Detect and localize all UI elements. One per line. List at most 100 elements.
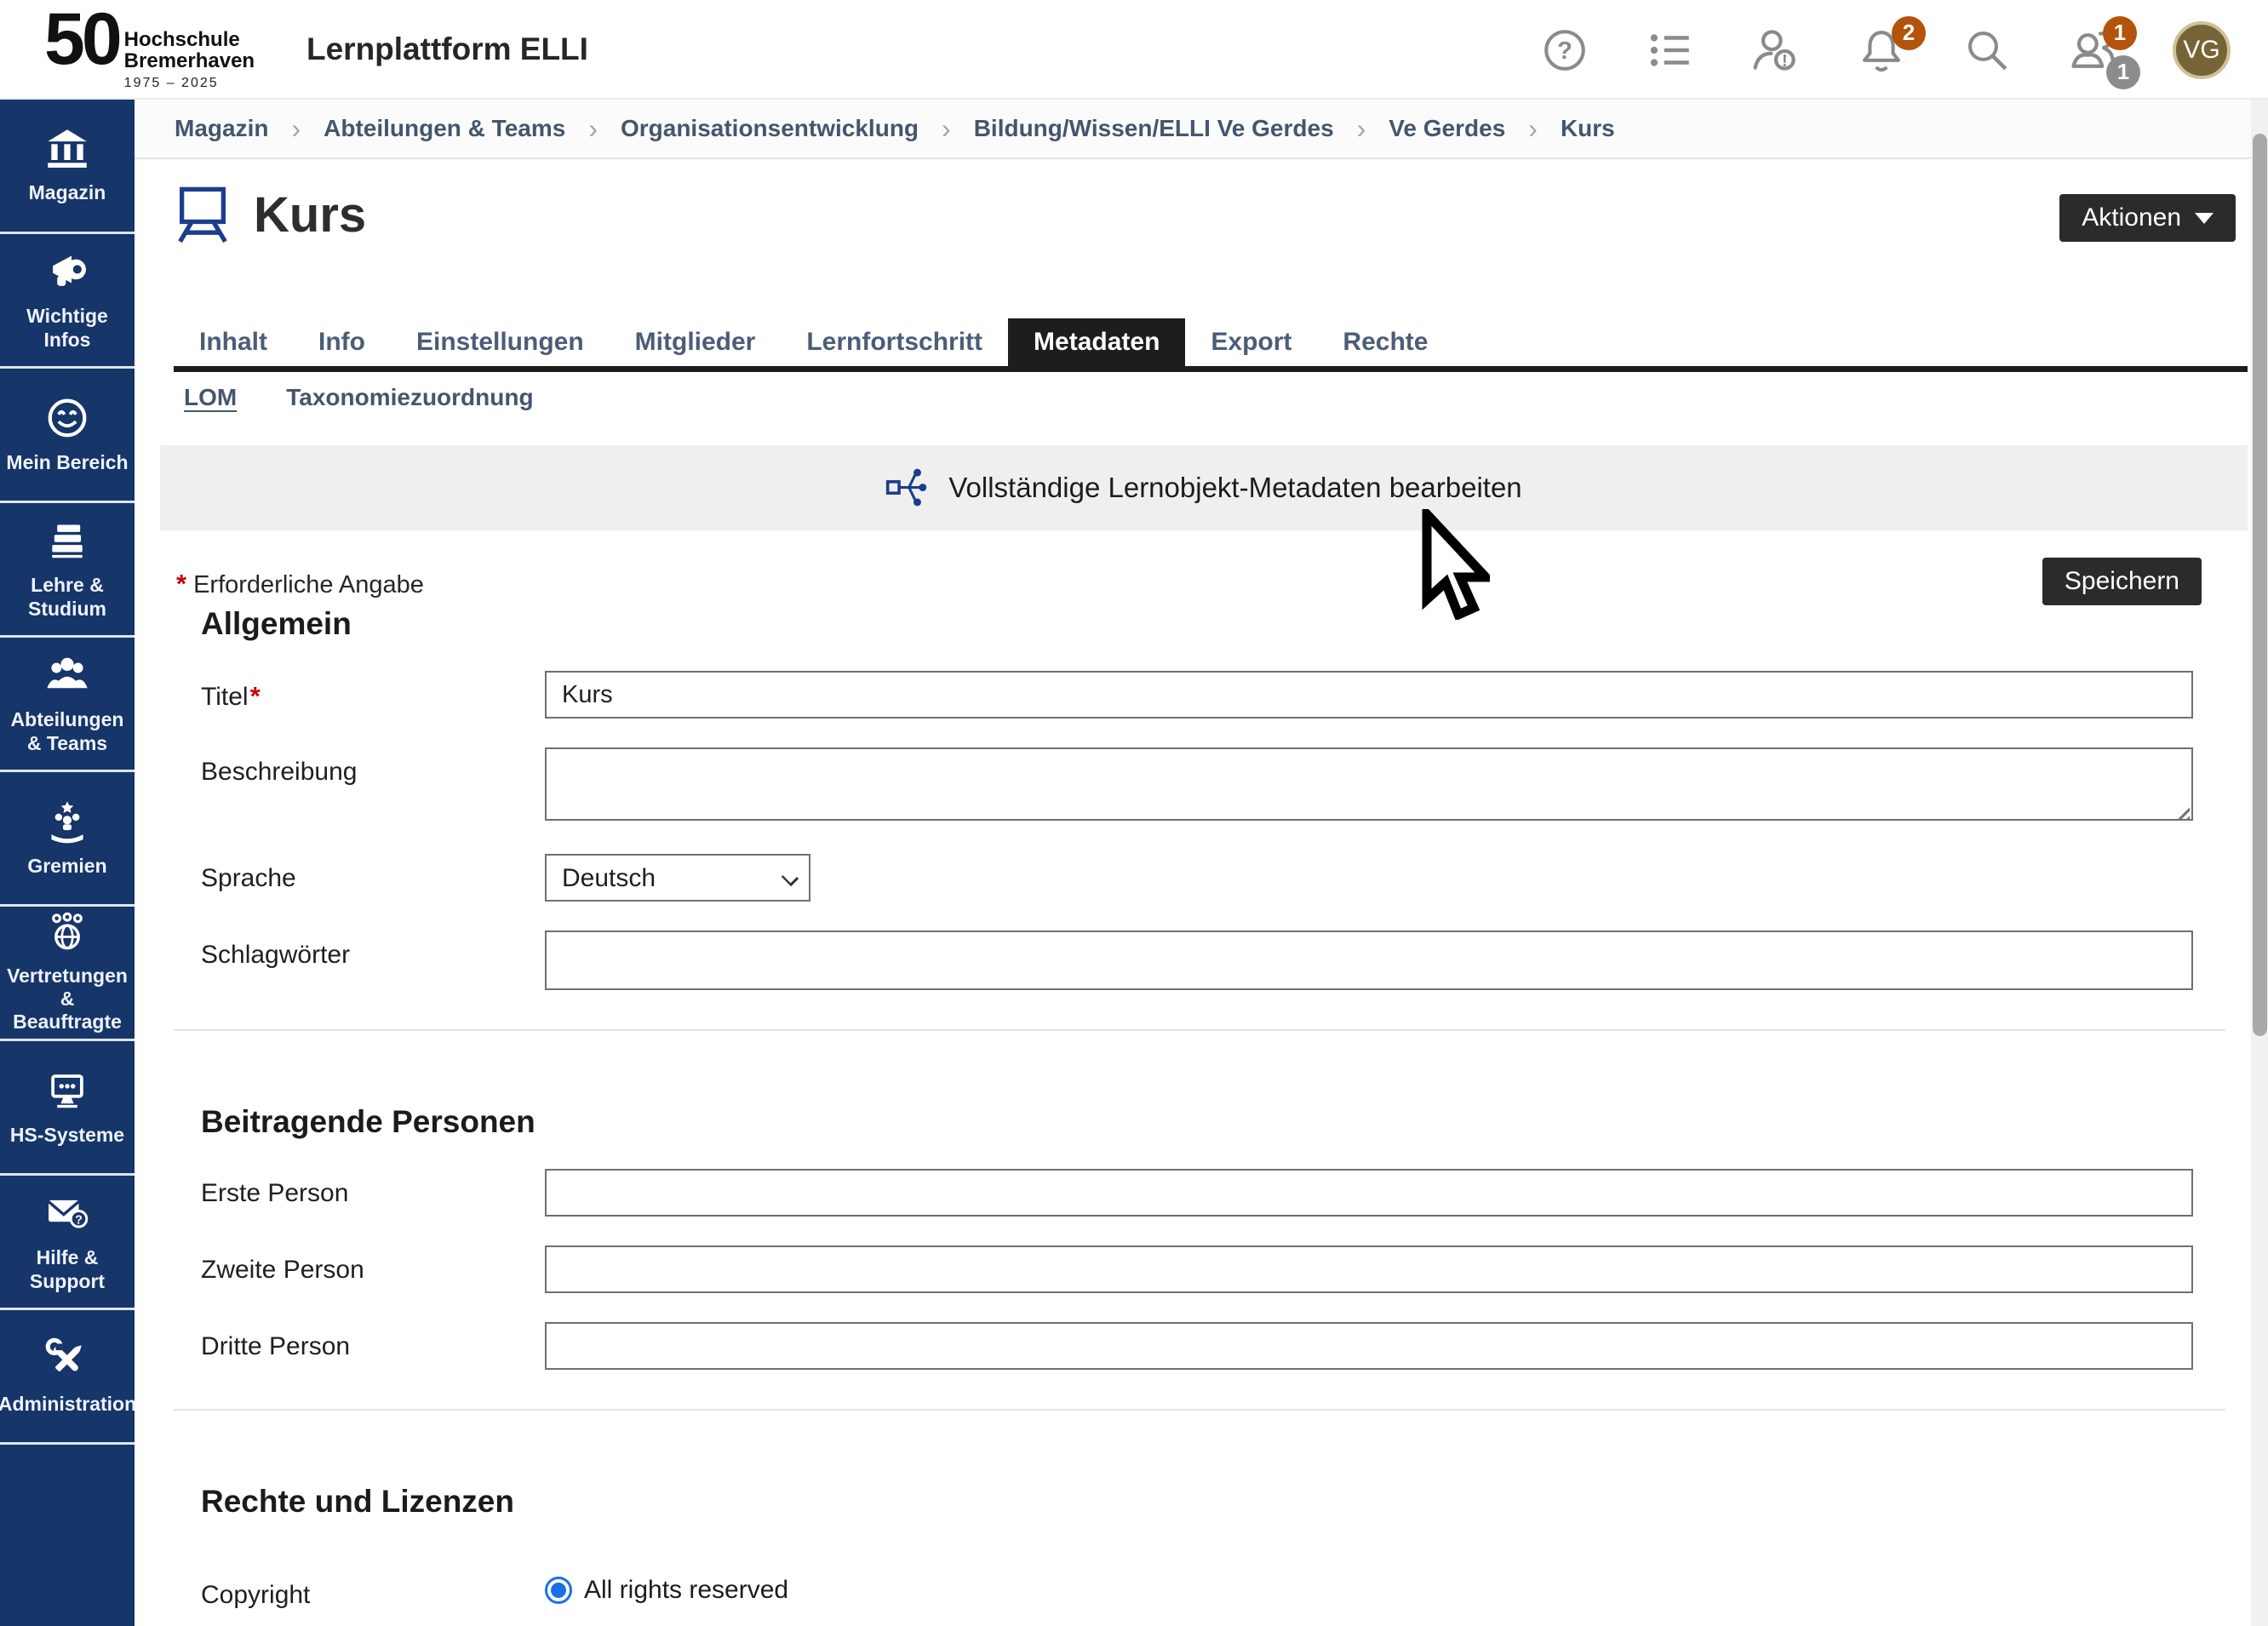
- sidebar-item-hs-systeme[interactable]: HS-Systeme: [0, 1041, 135, 1176]
- svg-text:?: ?: [1557, 37, 1572, 64]
- logo-years: 1975 – 2025: [124, 77, 255, 91]
- tab-lernfortschritt[interactable]: Lernfortschritt: [781, 318, 1008, 366]
- copyright-label: Copyright: [174, 1571, 545, 1610]
- sidebar-item-hilfe-support[interactable]: ? Hilfe & Support: [0, 1176, 135, 1310]
- globe-people-icon: [44, 912, 90, 954]
- banner-label: Vollständige Lernobjekt-Metadaten bearbe…: [948, 472, 1521, 504]
- form-row-schlagwoerter: Schlagwörter: [174, 930, 2193, 990]
- tab-mitglieder[interactable]: Mitglieder: [610, 318, 782, 366]
- sidebar-item-wichtige-infos[interactable]: Wichtige Infos: [0, 234, 135, 369]
- breadcrumb-item[interactable]: Abteilungen & Teams: [324, 115, 565, 142]
- form-row-zweite-person: Zweite Person: [174, 1245, 2193, 1293]
- metadata-tree-icon: [885, 467, 928, 509]
- chevron-right-icon: ›: [1357, 113, 1366, 145]
- beschreibung-label: Beschreibung: [174, 747, 545, 787]
- committee-icon: [44, 799, 90, 844]
- breadcrumb-item[interactable]: Kurs: [1561, 115, 1615, 142]
- zweite-person-input[interactable]: [545, 1245, 2193, 1293]
- tab-info[interactable]: Info: [293, 318, 391, 366]
- user-status-icon[interactable]: !: [1750, 25, 1801, 76]
- contacts-icon[interactable]: 1 1: [2067, 25, 2118, 76]
- save-button[interactable]: Speichern: [2042, 558, 2202, 605]
- sidebar-item-label: Mein Bereich: [6, 451, 128, 474]
- tab-export[interactable]: Export: [1185, 318, 1317, 366]
- breadcrumb-item[interactable]: Ve Gerdes: [1389, 115, 1505, 142]
- tab-rechte[interactable]: Rechte: [1317, 318, 1453, 366]
- subtab-taxonomiezuordnung[interactable]: Taxonomiezuordnung: [261, 384, 558, 411]
- breadcrumb-item[interactable]: Bildung/Wissen/ELLI Ve Gerdes: [974, 115, 1334, 142]
- university-logo: 50 Hochschule Bremerhaven 1975 – 2025: [44, 7, 255, 91]
- smiley-icon: [44, 395, 90, 441]
- save-button-label: Speichern: [2065, 567, 2179, 596]
- notifications-bell-icon[interactable]: 2: [1856, 25, 1907, 76]
- schlagwoerter-label: Schlagwörter: [174, 930, 545, 970]
- logo-name-line1: Hochschule: [124, 29, 255, 50]
- user-avatar[interactable]: VG: [2173, 21, 2231, 79]
- dritte-person-label: Dritte Person: [174, 1322, 545, 1361]
- breadcrumb: Magazin › Abteilungen & Teams › Organisa…: [135, 100, 2268, 159]
- edit-full-metadata-banner[interactable]: Vollständige Lernobjekt-Metadaten bearbe…: [160, 445, 2248, 530]
- actions-button[interactable]: Aktionen: [2059, 194, 2236, 242]
- sidebar-item-gremien[interactable]: Gremien: [0, 772, 135, 907]
- sidebar-item-label: Gremien: [27, 855, 106, 878]
- svg-text:?: ?: [75, 1214, 83, 1228]
- sidebar-item-label: HS-Systeme: [10, 1124, 124, 1147]
- books-icon: [44, 518, 90, 564]
- required-hint-text: Erforderliche Angabe: [193, 571, 424, 598]
- sidebar-item-label: Magazin: [29, 181, 106, 204]
- search-icon[interactable]: [1962, 25, 2013, 76]
- required-star: *: [250, 681, 261, 711]
- logo-50-mark: 50: [44, 7, 119, 72]
- titel-input[interactable]: [545, 671, 2193, 719]
- people-group-icon: [44, 652, 90, 698]
- dritte-person-input[interactable]: [545, 1322, 2193, 1370]
- section-title-beitragende: Beitragende Personen: [201, 1104, 2193, 1140]
- monitor-icon: [44, 1068, 90, 1114]
- copyright-radio-label: All rights reserved: [584, 1576, 788, 1605]
- course-easel-icon: [174, 184, 232, 245]
- tab-einstellungen[interactable]: Einstellungen: [391, 318, 610, 366]
- sprache-select[interactable]: Deutsch: [545, 854, 810, 902]
- caret-down-icon: [2195, 213, 2214, 224]
- form-row-copyright: Copyright All rights reserved: [174, 1571, 2193, 1610]
- page-header: Kurs: [174, 184, 366, 245]
- chevron-right-icon: ›: [1528, 113, 1538, 145]
- tab-inhalt[interactable]: Inhalt: [174, 318, 293, 366]
- list-icon[interactable]: [1645, 25, 1696, 76]
- erste-person-input[interactable]: [545, 1169, 2193, 1217]
- required-star: *: [176, 569, 186, 598]
- mail-question-icon: ?: [44, 1190, 90, 1236]
- tools-icon: [44, 1337, 90, 1383]
- app-title: Lernplattform ELLI: [306, 31, 588, 67]
- schlagwoerter-input[interactable]: [545, 930, 2193, 990]
- help-icon[interactable]: ?: [1539, 25, 1590, 76]
- sidebar-item-lehre-studium[interactable]: Lehre & Studium: [0, 503, 135, 638]
- copyright-radio[interactable]: [545, 1577, 572, 1604]
- vertical-scrollbar-track[interactable]: [2251, 100, 2268, 1626]
- vertical-scrollbar-thumb[interactable]: [2253, 134, 2267, 1036]
- form-row-dritte-person: Dritte Person: [174, 1322, 2193, 1370]
- bank-icon: [45, 127, 89, 171]
- contacts-badge-top: 1: [2103, 16, 2137, 50]
- titel-label: Titel*: [174, 671, 545, 712]
- subtab-lom[interactable]: LOM: [174, 384, 261, 411]
- megaphone-icon: [44, 249, 90, 295]
- tab-metadaten[interactable]: Metadaten: [1008, 318, 1185, 366]
- sidebar-item-vertretungen[interactable]: Vertretungen & Beauftragte: [0, 907, 135, 1041]
- header-icon-bar: ? ! 2 1 1 VG: [1539, 0, 2231, 100]
- notifications-badge: 2: [1892, 16, 1926, 50]
- breadcrumb-item[interactable]: Magazin: [175, 115, 268, 142]
- tab-bar: Inhalt Info Einstellungen Mitglieder Ler…: [174, 318, 2248, 372]
- sidebar-item-administration[interactable]: Administration: [0, 1310, 135, 1445]
- beschreibung-textarea[interactable]: [545, 747, 2193, 821]
- form-row-beschreibung: Beschreibung: [174, 747, 2193, 825]
- section-title-allgemein: Allgemein: [201, 606, 2193, 642]
- sidebar-item-magazin[interactable]: Magazin: [0, 100, 135, 234]
- form-row-titel: Titel*: [174, 671, 2193, 719]
- sidebar-item-mein-bereich[interactable]: Mein Bereich: [0, 369, 135, 503]
- sidebar-item-abteilungen-teams[interactable]: Abteilungen & Teams: [0, 638, 135, 772]
- actions-button-label: Aktionen: [2082, 203, 2181, 232]
- chevron-right-icon: ›: [942, 113, 951, 145]
- breadcrumb-item[interactable]: Organisationsentwicklung: [621, 115, 919, 142]
- sidebar-item-label: Wichtige Infos: [4, 305, 130, 351]
